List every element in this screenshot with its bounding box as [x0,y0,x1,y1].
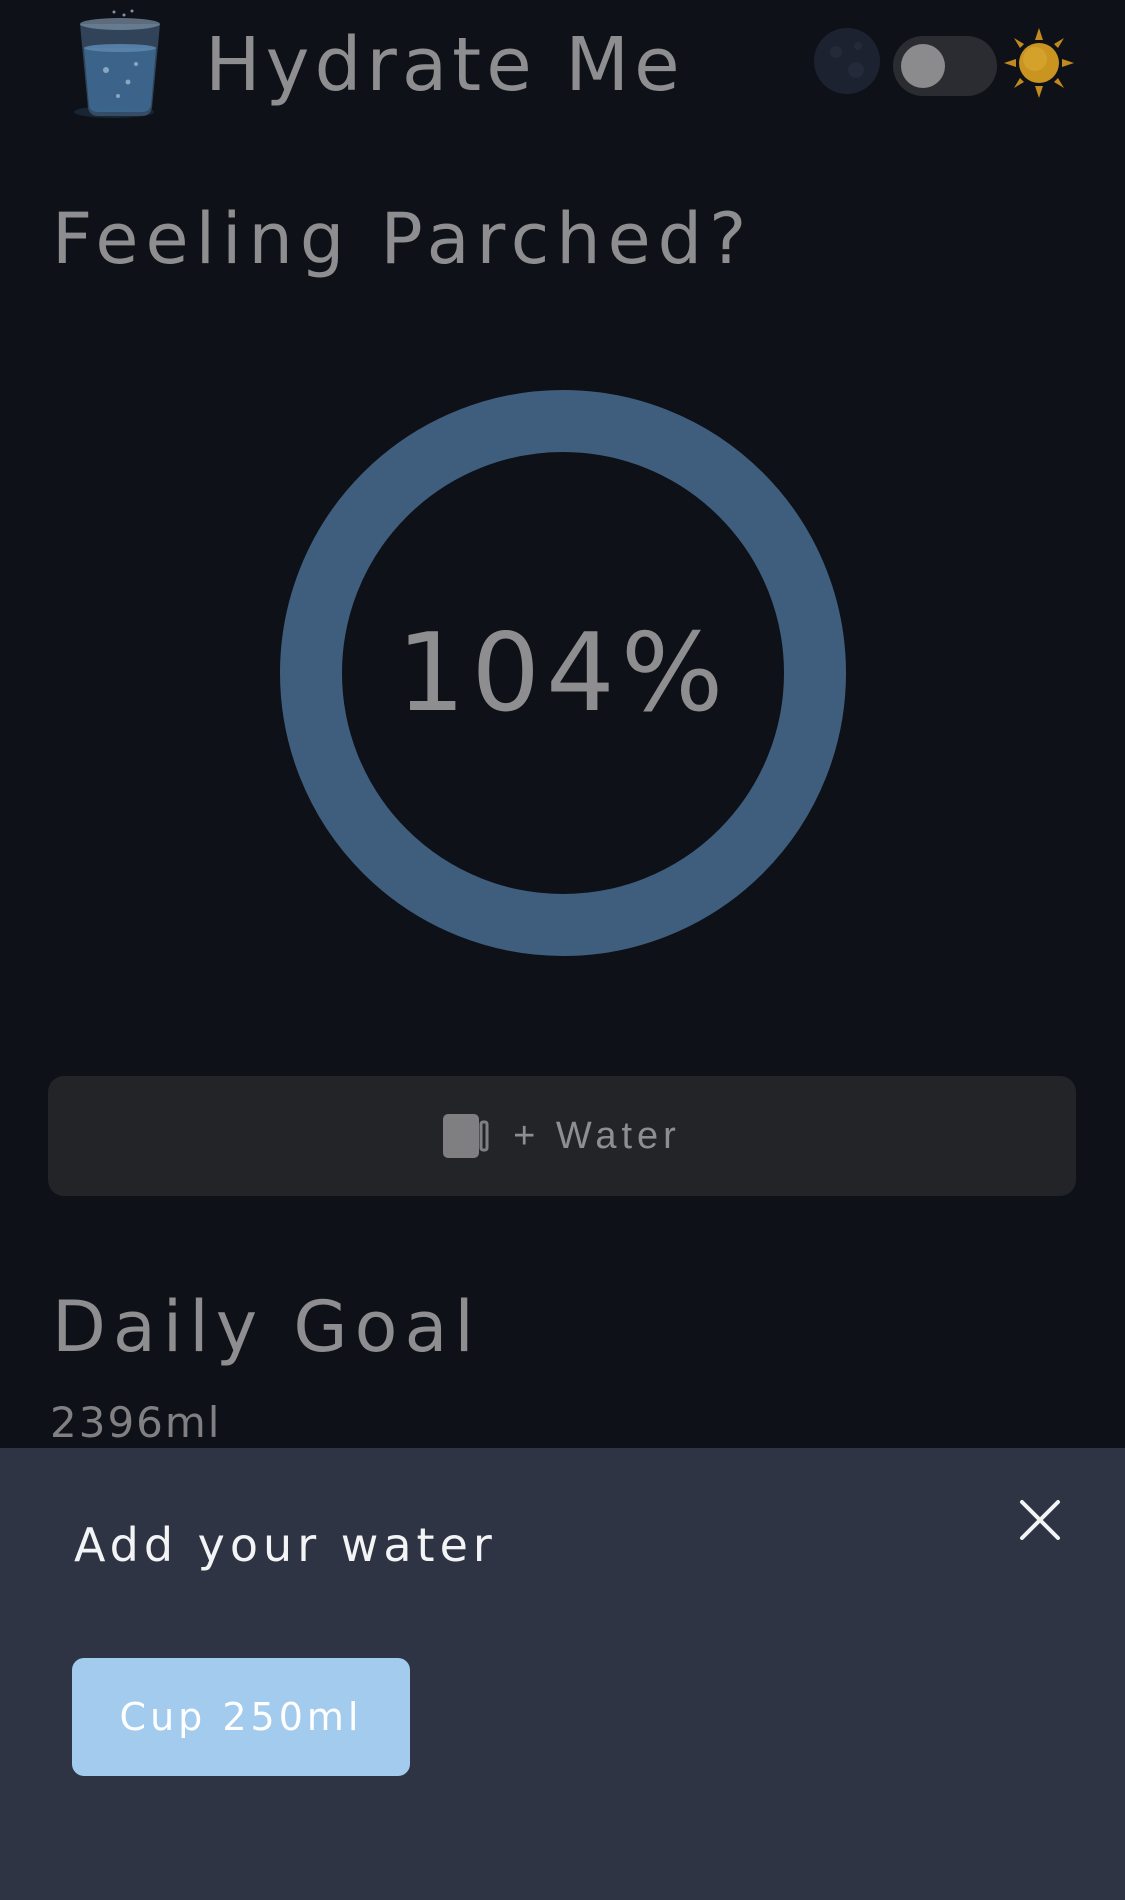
sheet-title: Add your water [74,1518,497,1572]
greeting-heading: Feeling Parched? [52,198,754,280]
daily-goal-value: 2396ml [50,1398,222,1447]
sun-icon[interactable] [1004,28,1074,98]
cup-250ml-label: Cup 250ml [119,1695,363,1739]
add-water-sheet: Add your water Cup 250ml [0,1448,1125,1900]
theme-toggle[interactable] [893,36,997,96]
progress-ring: 104% [280,390,846,956]
app-header: Hydrate Me [0,0,1125,140]
toggle-knob [901,44,945,88]
mug-icon [443,1114,489,1158]
add-water-button[interactable]: + Water [48,1076,1076,1196]
water-glass-icon [74,9,160,118]
daily-goal-heading: Daily Goal [52,1286,481,1368]
progress-percentage: 104% [396,610,730,736]
app-screen: Hydrate Me Feeling Parched? 104% + Water… [0,0,1125,1900]
app-title: Hydrate Me [205,22,685,108]
moon-icon[interactable] [812,26,882,96]
close-icon[interactable] [1016,1496,1064,1544]
add-water-label: + Water [513,1114,681,1157]
cup-250ml-button[interactable]: Cup 250ml [72,1658,410,1776]
